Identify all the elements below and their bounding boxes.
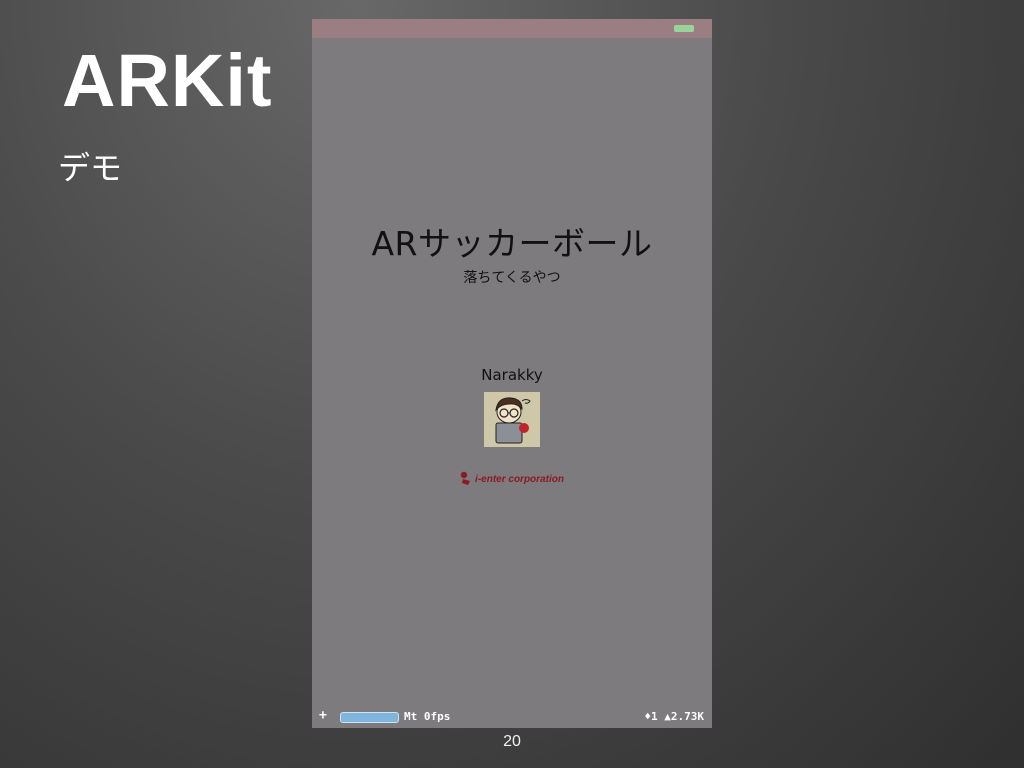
slide-title: ARKit xyxy=(62,39,273,122)
avatar xyxy=(484,392,540,447)
company-logo: i-enter corporation xyxy=(312,471,712,488)
page-number: 20 xyxy=(503,733,521,750)
phone-screen: ARサッカーボール 落ちてくるやつ Narakky i-enter corpor… xyxy=(312,19,712,728)
app-title: ARサッカーボール xyxy=(371,224,653,263)
node-stats: ♦1 ▲2.73K xyxy=(644,710,704,723)
debug-stats-bar: + Mt 0fps ♦1 ▲2.73K xyxy=(312,706,712,728)
app-subtitle: 落ちてくるやつ xyxy=(463,270,561,286)
battery-icon xyxy=(674,25,694,32)
status-bar xyxy=(312,19,712,38)
fps-meter xyxy=(340,712,399,723)
slide-subtitle: デモ xyxy=(58,149,123,187)
fps-label: Mt 0fps xyxy=(404,710,451,723)
author-name: Narakky xyxy=(481,366,543,384)
add-icon[interactable]: + xyxy=(319,708,327,723)
company-name: i-enter corporation xyxy=(475,474,564,486)
company-logo-icon xyxy=(460,471,472,488)
